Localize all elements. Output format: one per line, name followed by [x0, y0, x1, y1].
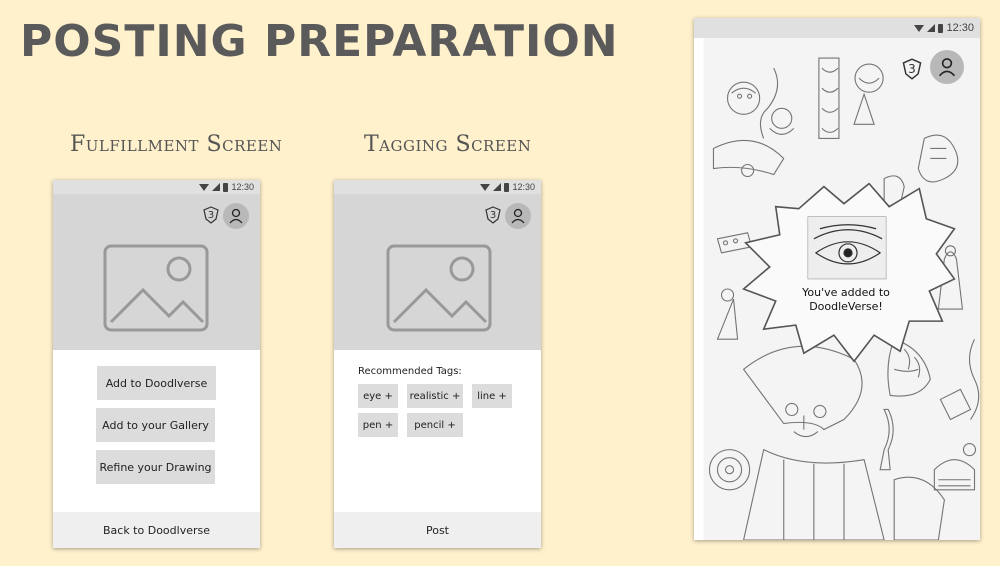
status-bar: 12:30 [334, 180, 541, 194]
profile-avatar[interactable] [505, 203, 531, 229]
confirmation-message-line2: DoodleVerse! [809, 300, 883, 313]
back-to-doodlverse-button[interactable]: Back to Doodlverse [53, 512, 260, 548]
badge-count: 3 [489, 209, 497, 221]
tag-eye[interactable]: eye + [358, 384, 398, 408]
confirmation-message: You've added to DoodleVerse! [776, 286, 916, 314]
notification-badge[interactable]: 3 [203, 206, 219, 224]
confirmation-phone: 12:30 3 You've added to DoodleVerse! [694, 18, 980, 540]
status-bar: 12:30 [53, 180, 260, 194]
add-to-doodlverse-button[interactable]: Add to Doodlverse [97, 366, 216, 400]
user-icon [938, 58, 956, 77]
tag-pencil[interactable]: pencil + [407, 413, 463, 437]
drawing-preview: 3 [53, 194, 260, 350]
wifi-icon [199, 183, 210, 191]
status-time: 12:30 [946, 22, 974, 34]
signal-icon [212, 183, 221, 191]
battery-icon [938, 23, 944, 33]
image-placeholder-icon [386, 244, 492, 332]
profile-avatar[interactable] [930, 50, 964, 84]
drawing-preview: 3 [334, 194, 541, 350]
signal-icon [927, 24, 936, 32]
battery-icon [223, 182, 229, 192]
profile-avatar[interactable] [223, 203, 249, 229]
tag-line[interactable]: line + [472, 384, 512, 408]
fulfillment-screen-label: Fulfillment Screen [70, 132, 283, 157]
tag-realistic[interactable]: realistic + [407, 384, 463, 408]
recommended-tags-heading: Recommended Tags: [358, 366, 462, 377]
image-placeholder-icon [103, 244, 209, 332]
tag-pen[interactable]: pen + [358, 413, 398, 437]
tagging-screen-label: Tagging Screen [364, 132, 532, 157]
confirmation-message-line1: You've added to [802, 286, 890, 299]
wifi-icon [480, 183, 491, 191]
add-to-gallery-button[interactable]: Add to your Gallery [96, 408, 215, 442]
signal-icon [493, 183, 502, 191]
refine-drawing-button[interactable]: Refine your Drawing [96, 450, 215, 484]
notification-badge[interactable]: 3 [902, 58, 922, 80]
wifi-icon [914, 24, 925, 32]
user-icon [511, 208, 525, 224]
tagging-phone: 12:30 3 Recommended Tags: eye + realisti… [334, 180, 541, 548]
battery-icon [504, 182, 510, 192]
badge-count: 3 [207, 209, 215, 221]
fulfillment-phone: 12:30 3 Add to Doodlverse Add to your Ga… [53, 180, 260, 548]
notification-badge[interactable]: 3 [485, 206, 501, 224]
post-button[interactable]: Post [334, 512, 541, 548]
page-title: POSTING PREPARATION [20, 16, 619, 67]
status-time: 12:30 [512, 182, 535, 192]
user-icon [229, 208, 243, 224]
status-bar: 12:30 [694, 18, 980, 38]
status-time: 12:30 [231, 182, 254, 192]
badge-count: 3 [908, 62, 916, 76]
